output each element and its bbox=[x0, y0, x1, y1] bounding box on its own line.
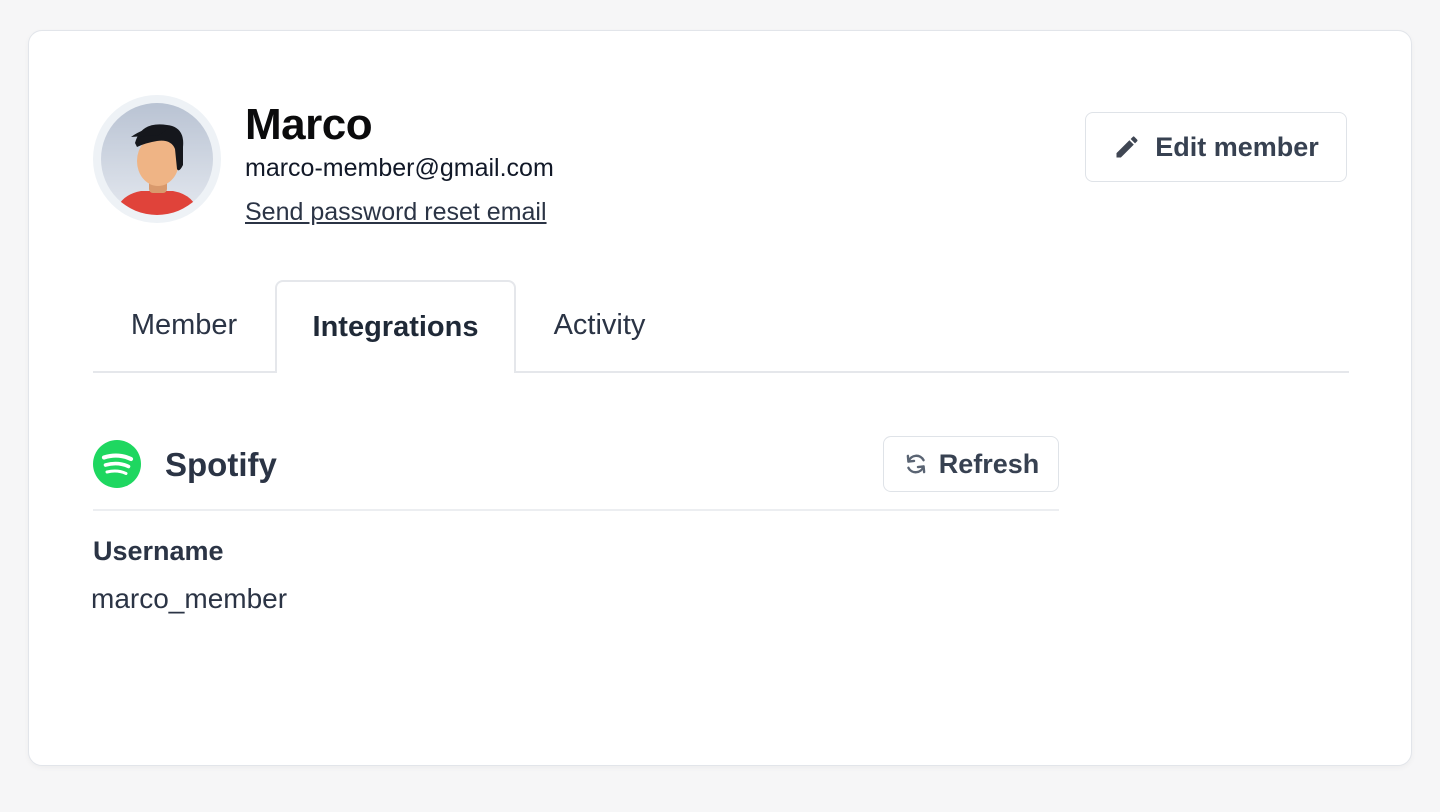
refresh-button[interactable]: Refresh bbox=[883, 436, 1059, 492]
tab-integrations[interactable]: Integrations bbox=[275, 280, 516, 373]
tab-activity[interactable]: Activity bbox=[516, 280, 683, 371]
send-password-reset-link[interactable]: Send password reset email bbox=[245, 196, 547, 228]
avatar bbox=[93, 95, 221, 223]
tab-bar: Member Integrations Activity bbox=[93, 280, 1349, 373]
tab-member[interactable]: Member bbox=[93, 280, 275, 371]
pencil-icon bbox=[1116, 136, 1138, 158]
integration-name: Spotify bbox=[165, 446, 277, 483]
member-name: Marco bbox=[245, 100, 373, 149]
edit-member-button[interactable]: Edit member bbox=[1085, 112, 1347, 182]
edit-member-label: Edit member bbox=[1155, 131, 1319, 162]
avatar-illustration-icon bbox=[101, 103, 213, 215]
refresh-icon bbox=[906, 454, 926, 474]
member-card: Marco marco-member@gmail.com Send passwo… bbox=[28, 30, 1412, 766]
integration-header: Spotify Refresh bbox=[93, 435, 1059, 511]
username-label: Username bbox=[93, 536, 224, 566]
spotify-logo-icon bbox=[93, 440, 141, 488]
username-value: marco_member bbox=[91, 583, 288, 614]
refresh-label: Refresh bbox=[938, 448, 1040, 479]
member-email: marco-member@gmail.com bbox=[245, 154, 554, 182]
